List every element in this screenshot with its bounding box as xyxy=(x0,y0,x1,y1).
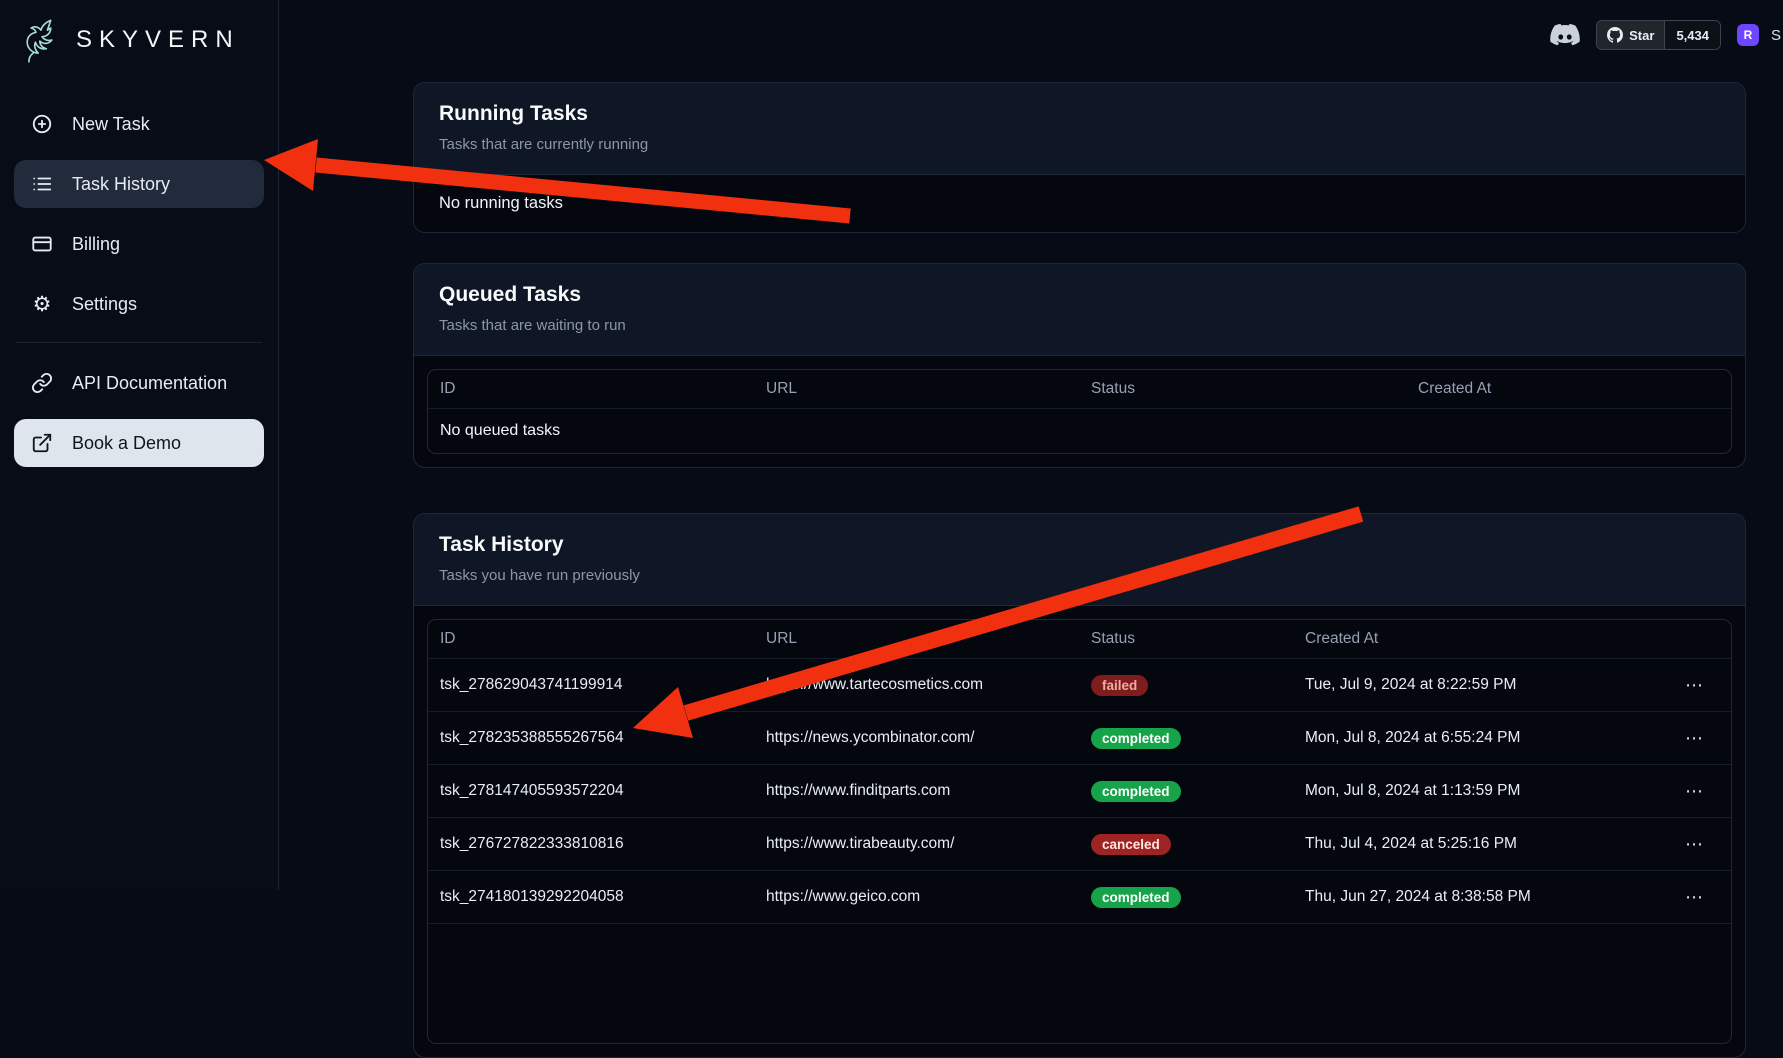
task-url: https://news.ycombinator.com/ xyxy=(766,729,1091,747)
column-header-status: Status xyxy=(1091,380,1418,398)
table-row[interactable]: tsk_278147405593572204 https://www.findi… xyxy=(428,764,1731,817)
queued-tasks-header: Queued Tasks Tasks that are waiting to r… xyxy=(414,264,1745,356)
sidebar-item-label: API Documentation xyxy=(72,373,227,394)
queued-tasks-empty: No queued tasks xyxy=(428,408,1731,453)
github-star-label: Star xyxy=(1629,28,1654,43)
table-row[interactable]: tsk_274180139292204058 https://www.geico… xyxy=(428,870,1731,923)
status-badge: completed xyxy=(1091,728,1181,749)
logo-text: SKYVERN xyxy=(76,26,240,54)
discord-icon[interactable] xyxy=(1550,23,1580,47)
task-url: https://www.tartecosmetics.com xyxy=(766,676,1091,694)
task-url: https://www.tirabeauty.com/ xyxy=(766,835,1091,853)
task-history-header: Task History Tasks you have run previous… xyxy=(414,514,1745,606)
status-badge: completed xyxy=(1091,781,1181,802)
sidebar-nav: New Task Task History Billing ⚙ Settings xyxy=(14,100,264,467)
table-row[interactable]: tsk_278235388555267564 https://news.ycom… xyxy=(428,711,1731,764)
task-created-at: Tue, Jul 9, 2024 at 8:22:59 PM xyxy=(1305,676,1651,694)
task-history-table: ID URL Status Created At tsk_27862904374… xyxy=(427,619,1732,1044)
link-icon xyxy=(30,371,54,395)
running-tasks-empty: No running tasks xyxy=(414,175,1745,232)
table-header-row: ID URL Status Created At xyxy=(428,370,1731,408)
list-icon xyxy=(30,172,54,196)
card-title: Task History xyxy=(439,533,1720,557)
task-created-at: Mon, Jul 8, 2024 at 6:55:24 PM xyxy=(1305,729,1651,747)
sidebar-divider xyxy=(16,342,262,343)
column-header-url: URL xyxy=(766,380,1091,398)
queued-tasks-card: Queued Tasks Tasks that are waiting to r… xyxy=(413,263,1746,468)
row-actions-button[interactable]: ⋯ xyxy=(1651,728,1731,749)
main-content: Star 5,434 R S Running Tasks Tasks that … xyxy=(279,0,1783,890)
plus-circle-icon xyxy=(30,112,54,136)
card-subtitle: Tasks that are currently running xyxy=(439,136,1720,153)
username-partial: S xyxy=(1771,27,1781,44)
row-actions-button[interactable]: ⋯ xyxy=(1651,834,1731,855)
topbar: Star 5,434 R S xyxy=(1550,20,1781,50)
table-header-row: ID URL Status Created At xyxy=(428,620,1731,658)
table-row[interactable]: tsk_276727822333810816 https://www.tirab… xyxy=(428,817,1731,870)
queued-tasks-table: ID URL Status Created At No queued tasks xyxy=(427,369,1732,454)
running-tasks-header: Running Tasks Tasks that are currently r… xyxy=(414,83,1745,175)
status-badge: failed xyxy=(1091,675,1148,696)
sidebar-item-label: Task History xyxy=(72,174,170,195)
book-a-demo-button[interactable]: Book a Demo xyxy=(14,419,264,467)
task-id: tsk_274180139292204058 xyxy=(428,888,766,906)
github-star-widget[interactable]: Star 5,434 xyxy=(1596,20,1721,50)
sidebar-item-task-history[interactable]: Task History xyxy=(14,160,264,208)
sidebar-item-label: Settings xyxy=(72,294,137,315)
status-badge: canceled xyxy=(1091,834,1171,855)
task-created-at: Mon, Jul 8, 2024 at 1:13:59 PM xyxy=(1305,782,1651,800)
task-history-card: Task History Tasks you have run previous… xyxy=(413,513,1746,1058)
user-avatar[interactable]: R xyxy=(1737,24,1759,46)
logo[interactable]: SKYVERN xyxy=(14,14,264,66)
column-header-created-at: Created At xyxy=(1305,630,1651,648)
sidebar-item-label: Billing xyxy=(72,234,120,255)
task-id: tsk_278147405593572204 xyxy=(428,782,766,800)
card-subtitle: Tasks that are waiting to run xyxy=(439,317,1720,334)
task-id: tsk_278235388555267564 xyxy=(428,729,766,747)
sidebar-item-new-task[interactable]: New Task xyxy=(14,100,264,148)
column-header-url: URL xyxy=(766,630,1091,648)
column-header-id: ID xyxy=(428,380,766,398)
column-header-created-at: Created At xyxy=(1418,380,1731,398)
skyvern-logo-icon xyxy=(18,16,66,64)
column-header-status: Status xyxy=(1091,630,1305,648)
task-url: https://www.finditparts.com xyxy=(766,782,1091,800)
row-actions-button[interactable]: ⋯ xyxy=(1651,781,1731,802)
external-link-icon xyxy=(30,431,54,455)
running-tasks-card: Running Tasks Tasks that are currently r… xyxy=(413,82,1746,233)
sidebar-item-settings[interactable]: ⚙ Settings xyxy=(14,280,264,328)
sidebar-item-api-documentation[interactable]: API Documentation xyxy=(14,359,264,407)
content-column: Running Tasks Tasks that are currently r… xyxy=(279,0,1783,1058)
task-created-at: Thu, Jul 4, 2024 at 5:25:16 PM xyxy=(1305,835,1651,853)
github-star-button[interactable]: Star xyxy=(1597,21,1664,49)
row-actions-button[interactable]: ⋯ xyxy=(1651,675,1731,696)
app-root: SKYVERN New Task Task History Billing xyxy=(0,0,1783,890)
table-overflow-area xyxy=(428,923,1731,1043)
column-header-id: ID xyxy=(428,630,766,648)
sidebar-item-label: Book a Demo xyxy=(72,433,181,454)
card-subtitle: Tasks you have run previously xyxy=(439,567,1720,584)
sidebar-item-billing[interactable]: Billing xyxy=(14,220,264,268)
credit-card-icon xyxy=(30,232,54,256)
github-star-count[interactable]: 5,434 xyxy=(1664,21,1720,49)
sidebar: SKYVERN New Task Task History Billing xyxy=(0,0,279,890)
task-url: https://www.geico.com xyxy=(766,888,1091,906)
gear-icon: ⚙ xyxy=(30,292,54,316)
github-icon xyxy=(1607,27,1623,43)
card-title: Running Tasks xyxy=(439,102,1720,126)
card-title: Queued Tasks xyxy=(439,283,1720,307)
task-created-at: Thu, Jun 27, 2024 at 8:38:58 PM xyxy=(1305,888,1651,906)
task-id: tsk_276727822333810816 xyxy=(428,835,766,853)
table-row[interactable]: tsk_278629043741199914 https://www.tarte… xyxy=(428,658,1731,711)
task-id: tsk_278629043741199914 xyxy=(428,676,766,694)
sidebar-item-label: New Task xyxy=(72,114,150,135)
